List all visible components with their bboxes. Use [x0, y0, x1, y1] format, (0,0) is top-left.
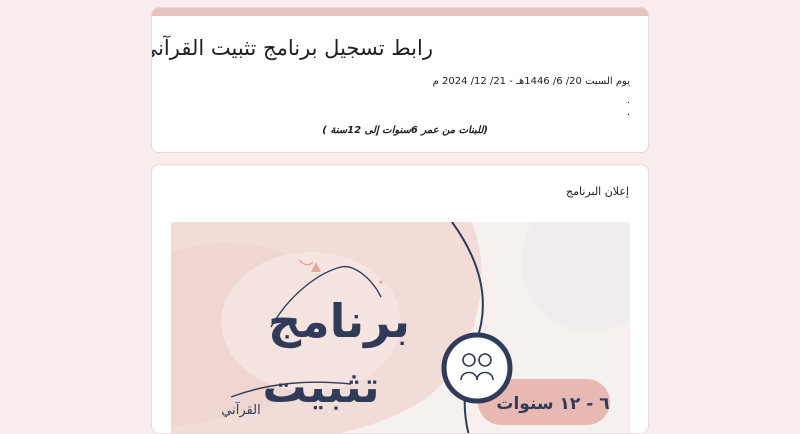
poster-image: برنامج تثبيت القرآني ٦ - ١٢ سنوات — [171, 222, 630, 433]
description-dot: . — [626, 95, 630, 106]
form-title: رابط تسجيل برنامج تثبيت القرآني — [151, 36, 433, 60]
poster-title-1: برنامج — [268, 294, 410, 348]
poster-title-3: القرآني — [221, 401, 260, 418]
header-accent-bar — [152, 8, 648, 16]
poster-title-2: تثبيت — [263, 362, 380, 413]
program-poster: برنامج تثبيت القرآني ٦ - ١٢ سنوات — [171, 222, 630, 433]
announcement-card: إعلان البرنامج برنامج تثبيت القرآني ٦ - … — [151, 164, 649, 434]
form-header-card: رابط تسجيل برنامج تثبيت القرآني يوم السب… — [151, 7, 649, 153]
form-date: يوم السبت 20/ 6/ 1446هـ - 21/ 12/ 2024 م — [432, 76, 630, 87]
age-note: (للبنات من عمر 6سنوات إلى 12سنة ) — [322, 125, 488, 136]
age-badge: ٦ - ١٢ سنوات — [496, 394, 609, 414]
section-label: إعلان البرنامج — [566, 185, 629, 198]
description-dot: . — [626, 107, 630, 118]
